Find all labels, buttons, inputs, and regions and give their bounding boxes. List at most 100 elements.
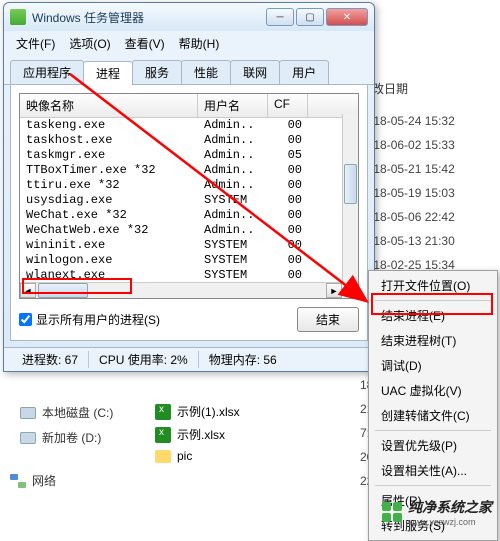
ctx-open-location[interactable]: 打开文件位置(O) bbox=[371, 273, 495, 298]
tab-performance[interactable]: 性能 bbox=[181, 60, 231, 84]
folder-icon bbox=[155, 450, 171, 463]
scroll-track[interactable] bbox=[90, 283, 326, 298]
explorer-sidebar: 本地磁盘 (C:) 新加卷 (D:) 网络 bbox=[0, 400, 150, 493]
listview-header: 映像名称 用户名 CF bbox=[20, 94, 358, 118]
show-all-users-row[interactable]: 显示所有用户的进程(S) bbox=[19, 311, 160, 328]
process-row[interactable]: WeChat.exe *32Admin..00 bbox=[20, 208, 358, 223]
cell-user: Admin.. bbox=[198, 148, 268, 163]
process-row[interactable]: wlanext.exeSYSTEM00 bbox=[20, 268, 358, 283]
cell-user: SYSTEM bbox=[198, 268, 268, 283]
titlebar[interactable]: Windows 任务管理器 ─ ▢ ✕ bbox=[4, 3, 374, 31]
process-listview[interactable]: 映像名称 用户名 CF taskeng.exeAdmin..00taskhost… bbox=[19, 93, 359, 299]
cell-name: wpscloudsvr.exe *32 bbox=[20, 298, 198, 299]
sidebar-label: 新加卷 (D:) bbox=[42, 429, 101, 446]
cell-cpu: 00 bbox=[268, 178, 308, 193]
cell-cpu: 00 bbox=[268, 118, 308, 133]
ctx-end-process[interactable]: 结束进程(E) bbox=[371, 303, 495, 328]
process-row[interactable]: taskeng.exeAdmin..00 bbox=[20, 118, 358, 133]
cell-name: WeChat.exe *32 bbox=[20, 208, 198, 223]
cell-cpu: 00 bbox=[268, 193, 308, 208]
ctx-uac[interactable]: UAC 虚拟化(V) bbox=[371, 378, 495, 403]
cell-user: Admin.. bbox=[198, 118, 268, 133]
tab-services[interactable]: 服务 bbox=[132, 60, 182, 84]
file-item[interactable]: 示例.xlsx bbox=[155, 423, 240, 446]
cell-user: SYSTEM bbox=[198, 298, 268, 299]
close-button[interactable]: ✕ bbox=[326, 8, 368, 26]
separator bbox=[375, 430, 491, 431]
process-row[interactable]: wpscloudsvr.exe *32SYSTEM bbox=[20, 298, 358, 299]
tab-networking[interactable]: 联网 bbox=[230, 60, 280, 84]
column-cpu[interactable]: CF bbox=[268, 94, 308, 117]
process-row[interactable]: TTBoxTimer.exe *32Admin..00 bbox=[20, 163, 358, 178]
scroll-thumb[interactable] bbox=[38, 283, 88, 298]
separator bbox=[375, 300, 491, 301]
process-row[interactable]: usysdiag.exeSYSTEM00 bbox=[20, 193, 358, 208]
menu-help[interactable]: 帮助(H) bbox=[173, 33, 226, 54]
process-row[interactable]: WeChatWeb.exe *32Admin..00 bbox=[20, 223, 358, 238]
minimize-button[interactable]: ─ bbox=[266, 8, 294, 26]
date-column-header[interactable]: 修改日期 bbox=[360, 80, 480, 97]
menubar: 文件(F) 选项(O) 查看(V) 帮助(H) bbox=[4, 31, 374, 56]
drive-icon bbox=[20, 407, 36, 419]
ctx-dump[interactable]: 创建转储文件(C) bbox=[371, 403, 495, 428]
date-cell: 2018-05-06 22:42 bbox=[360, 205, 480, 229]
watermark: 纯净系统之家 www.ycswzj.com bbox=[382, 497, 492, 527]
file-item[interactable]: pic bbox=[155, 446, 240, 466]
file-list: 示例(1).xlsx 示例.xlsx pic bbox=[155, 400, 240, 466]
tab-users[interactable]: 用户 bbox=[279, 60, 329, 84]
cell-cpu: 00 bbox=[268, 208, 308, 223]
listview-body: taskeng.exeAdmin..00taskhost.exeAdmin..0… bbox=[20, 118, 358, 299]
cell-name: wininit.exe bbox=[20, 238, 198, 253]
menu-options[interactable]: 选项(O) bbox=[63, 33, 116, 54]
status-processes: 进程数: 67 bbox=[12, 351, 89, 368]
network-icon bbox=[10, 474, 26, 488]
tab-processes[interactable]: 进程 bbox=[83, 61, 133, 85]
scroll-right-arrow[interactable]: ► bbox=[326, 283, 342, 298]
menu-file[interactable]: 文件(F) bbox=[10, 33, 61, 54]
sidebar-item-local-disk[interactable]: 本地磁盘 (C:) bbox=[0, 400, 150, 425]
process-row[interactable]: wininit.exeSYSTEM00 bbox=[20, 238, 358, 253]
sidebar-item-new-volume[interactable]: 新加卷 (D:) bbox=[0, 425, 150, 450]
file-item[interactable]: 示例(1).xlsx bbox=[155, 400, 240, 423]
watermark-url: www.ycswzj.com bbox=[408, 517, 492, 527]
ctx-debug[interactable]: 调试(D) bbox=[371, 353, 495, 378]
menu-view[interactable]: 查看(V) bbox=[119, 33, 171, 54]
scroll-thumb[interactable] bbox=[344, 164, 357, 204]
cell-name: winlogon.exe bbox=[20, 253, 198, 268]
show-all-users-checkbox[interactable] bbox=[19, 313, 32, 326]
scroll-left-arrow[interactable]: ◄ bbox=[20, 283, 36, 298]
tab-applications[interactable]: 应用程序 bbox=[10, 60, 84, 84]
process-row[interactable]: taskmgr.exeAdmin..05 bbox=[20, 148, 358, 163]
sidebar-item-network[interactable]: 网络 bbox=[0, 468, 150, 493]
drive-icon bbox=[20, 432, 36, 444]
cell-name: taskhost.exe bbox=[20, 133, 198, 148]
cell-cpu: 00 bbox=[268, 268, 308, 283]
date-cell: 2018-05-13 21:30 bbox=[360, 229, 480, 253]
cell-cpu: 00 bbox=[268, 253, 308, 268]
cell-cpu: 00 bbox=[268, 238, 308, 253]
ctx-end-process-tree[interactable]: 结束进程树(T) bbox=[371, 328, 495, 353]
maximize-button[interactable]: ▢ bbox=[296, 8, 324, 26]
file-name: 示例.xlsx bbox=[177, 426, 225, 443]
cell-cpu: 00 bbox=[268, 163, 308, 178]
sidebar-label: 网络 bbox=[32, 472, 56, 489]
process-row[interactable]: taskhost.exeAdmin..00 bbox=[20, 133, 358, 148]
process-row[interactable]: winlogon.exeSYSTEM00 bbox=[20, 253, 358, 268]
column-image-name[interactable]: 映像名称 bbox=[20, 94, 198, 117]
taskmgr-icon bbox=[10, 9, 26, 25]
cell-cpu bbox=[268, 298, 308, 299]
ctx-priority[interactable]: 设置优先级(P) bbox=[371, 433, 495, 458]
task-manager-window: Windows 任务管理器 ─ ▢ ✕ 文件(F) 选项(O) 查看(V) 帮助… bbox=[3, 2, 375, 372]
date-cell: 2018-05-19 15:03 bbox=[360, 181, 480, 205]
vertical-scrollbar[interactable] bbox=[342, 114, 358, 282]
horizontal-scrollbar[interactable]: ◄ ► bbox=[20, 282, 342, 298]
end-process-button[interactable]: 结束 bbox=[297, 307, 359, 332]
process-row[interactable]: ttiru.exe *32Admin..00 bbox=[20, 178, 358, 193]
window-title: Windows 任务管理器 bbox=[32, 9, 266, 26]
ctx-affinity[interactable]: 设置相关性(A)... bbox=[371, 458, 495, 483]
cell-name: ttiru.exe *32 bbox=[20, 178, 198, 193]
cell-name: TTBoxTimer.exe *32 bbox=[20, 163, 198, 178]
cell-user: SYSTEM bbox=[198, 193, 268, 208]
column-user[interactable]: 用户名 bbox=[198, 94, 268, 117]
date-cell: 2018-05-21 15:42 bbox=[360, 157, 480, 181]
